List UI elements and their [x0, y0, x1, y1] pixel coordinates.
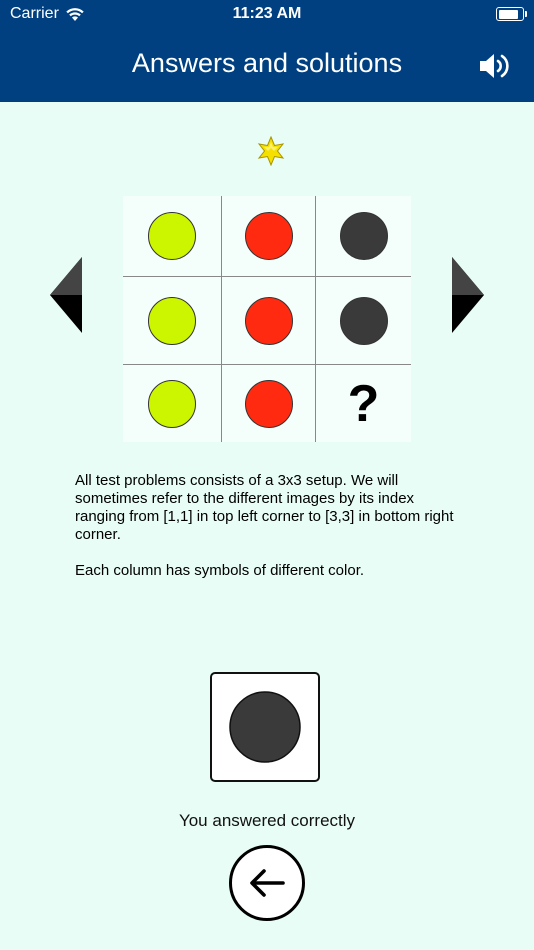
solution-description: All test problems consists of a 3x3 setu…: [75, 472, 460, 580]
previous-arrow-button[interactable]: [48, 255, 84, 335]
grid-cell-3-3: ?: [315, 364, 411, 442]
description-paragraph: Each column has symbols of different col…: [75, 562, 365, 579]
grid-cell-3-2: [221, 364, 315, 442]
grid-cell-1-3: [315, 196, 411, 276]
circle-symbol: [148, 296, 196, 345]
clock: 11:23 AM: [232, 5, 302, 22]
circle-symbol: [244, 212, 293, 260]
circle-symbol: [148, 212, 196, 260]
circle-symbol: [244, 296, 293, 345]
grid-cell-1-1: [123, 196, 221, 276]
status-bar: Carrier 11:23 AM: [0, 0, 534, 30]
grid-cell-1-2: [221, 196, 315, 276]
answer-circle: [229, 691, 301, 763]
next-arrow-button[interactable]: [450, 255, 486, 335]
puzzle-grid: ?: [123, 196, 411, 442]
battery-level: [498, 9, 518, 19]
battery-icon: [496, 7, 527, 21]
page-title: Answers and solutions: [131, 48, 403, 78]
circle-symbol: [339, 212, 388, 260]
description-paragraph: All test problems consists of a 3x3 setu…: [75, 472, 454, 543]
circle-symbol: [339, 296, 388, 345]
nav-bar: Answers and solutions: [0, 30, 534, 102]
grid-cell-3-1: [123, 364, 221, 442]
question-mark: ?: [347, 374, 380, 433]
selected-answer-box: [210, 672, 320, 782]
speaker-icon[interactable]: [478, 50, 512, 82]
grid-cell-2-1: [123, 276, 221, 364]
circle-symbol: [244, 379, 293, 428]
star-icon: [257, 136, 285, 166]
result-text: You answered correctly: [178, 811, 356, 830]
back-arrow-icon: [250, 869, 285, 897]
back-button[interactable]: [229, 845, 305, 921]
grid-cell-2-2: [221, 276, 315, 364]
grid-cell-2-3: [315, 276, 411, 364]
circle-symbol: [148, 379, 196, 428]
